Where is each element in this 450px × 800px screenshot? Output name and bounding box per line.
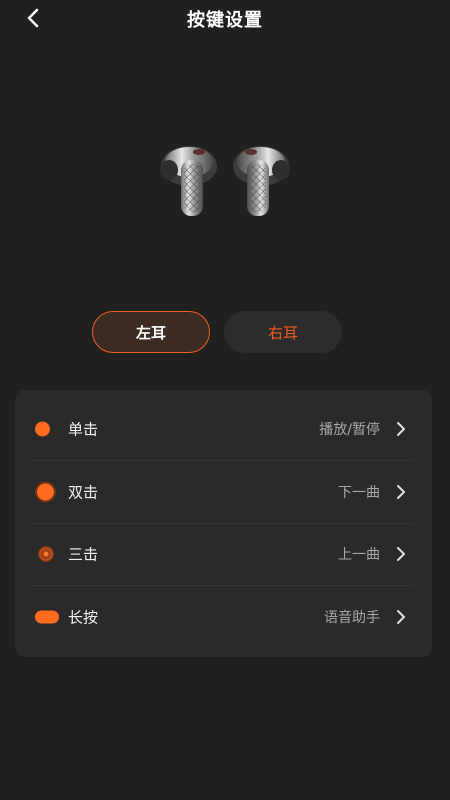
- earbuds-image: [160, 146, 290, 216]
- setting-label: 单击: [68, 420, 99, 439]
- setting-label: 三击: [68, 545, 99, 564]
- setting-label: 双击: [68, 483, 99, 502]
- chevron-right-icon: [397, 422, 405, 436]
- setting-row-single-tap[interactable]: 单击 播放/暂停: [15, 398, 432, 460]
- setting-label: 长按: [68, 608, 99, 627]
- setting-value: 上一曲: [338, 547, 380, 563]
- setting-value: 下一曲: [338, 485, 380, 501]
- chevron-right-icon: [397, 485, 405, 499]
- tab-right-ear[interactable]: 右耳: [224, 311, 342, 353]
- settings-card: 单击 播放/暂停 双击 下一曲 三击 上一曲 长按 语音助手: [15, 390, 432, 657]
- setting-row-double-tap[interactable]: 双击 下一曲: [15, 461, 432, 523]
- double-tap-icon: [37, 483, 54, 501]
- ear-tabs: 左耳 右耳: [0, 311, 450, 355]
- single-tap-icon: [35, 421, 50, 437]
- setting-value: 语音助手: [324, 610, 380, 626]
- long-press-icon: [35, 610, 59, 624]
- setting-value: 播放/暂停: [319, 422, 380, 438]
- setting-row-triple-tap[interactable]: 三击 上一曲: [15, 523, 432, 585]
- setting-row-long-press[interactable]: 长按 语音助手: [15, 586, 432, 648]
- triple-tap-icon: [38, 546, 54, 562]
- tab-left-ear[interactable]: 左耳: [92, 311, 210, 353]
- header: 按键设置: [0, 0, 450, 36]
- page-title: 按键设置: [187, 10, 263, 31]
- chevron-right-icon: [397, 610, 405, 624]
- chevron-right-icon: [397, 547, 405, 561]
